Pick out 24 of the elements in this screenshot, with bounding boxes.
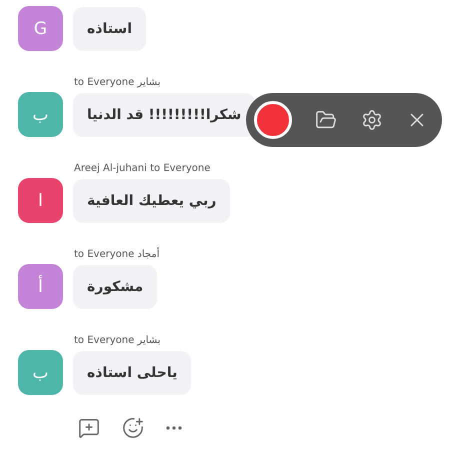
message-header: بشاير to Everyone	[74, 77, 160, 88]
avatar: ب	[18, 92, 63, 137]
avatar: ب	[18, 350, 63, 395]
message-header: بشاير to Everyone	[74, 335, 160, 346]
comment-plus-icon	[78, 417, 100, 439]
message-bubble: ربي يعطيك العافية	[73, 178, 230, 222]
avatar: G	[18, 6, 63, 51]
more-icon	[166, 426, 182, 430]
message-bubble: استاذه	[73, 6, 146, 50]
settings-icon	[360, 109, 383, 131]
record-button[interactable]	[254, 101, 292, 139]
folder-icon	[315, 109, 338, 131]
reply-button[interactable]	[78, 417, 100, 439]
avatar: ا	[18, 178, 63, 223]
avatar: أ	[18, 264, 63, 309]
message-header: Areej Al-juhani to Everyone	[74, 163, 210, 174]
message-bubble: شكرا!!!!!!!!! قد الدنيا	[73, 92, 256, 136]
message-bubble: ياحلى استاذه	[73, 350, 192, 394]
smiley-plus-icon	[122, 417, 144, 439]
message-bubble: مشكورة	[73, 264, 158, 308]
folder-button[interactable]	[315, 109, 338, 131]
settings-button[interactable]	[360, 109, 383, 131]
message-header: أمجاد to Everyone	[74, 249, 160, 260]
reaction-button[interactable]	[122, 417, 144, 439]
